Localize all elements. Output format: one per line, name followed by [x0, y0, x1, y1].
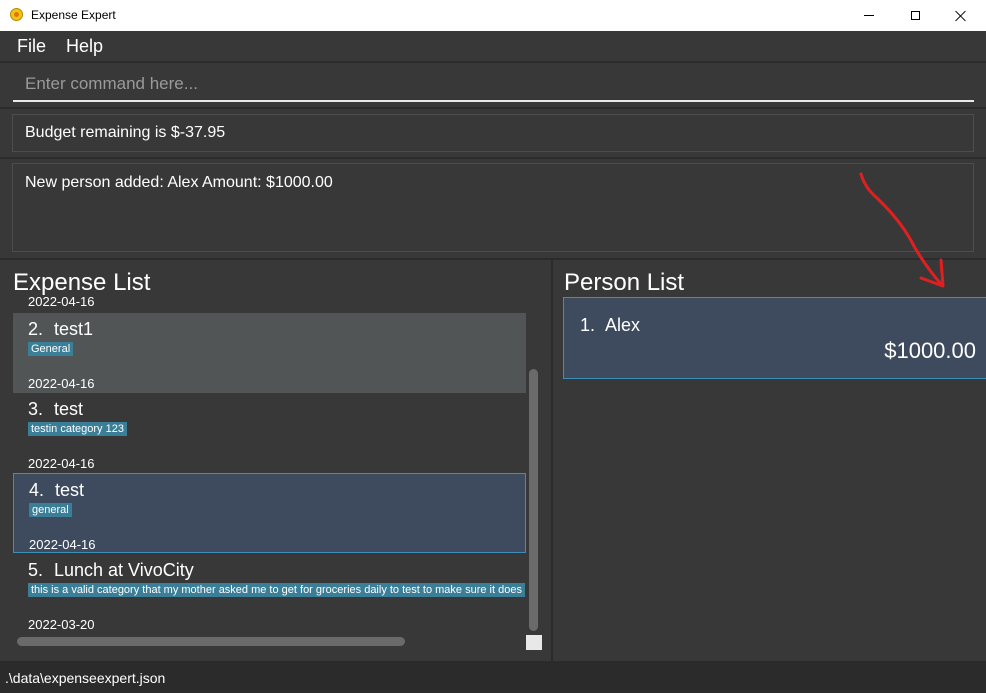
divider [0, 258, 986, 260]
expense-date: 2022-04-16 [28, 296, 95, 309]
panel-splitter[interactable] [551, 259, 553, 661]
expense-index: 4. [29, 480, 45, 500]
person-list-title: Person List [564, 269, 685, 296]
close-icon [955, 10, 967, 22]
expense-title: test1 [54, 319, 94, 339]
data-file-path: .\data\expenseexpert.json [5, 670, 166, 686]
command-input[interactable] [13, 67, 974, 100]
category-tag: testin category 123 [28, 422, 127, 436]
command-box [13, 67, 974, 102]
divider [0, 107, 986, 109]
category-tag: General [28, 342, 74, 356]
expense-index: 3. [28, 399, 44, 419]
budget-display: Budget remaining is $-37.95 [12, 114, 974, 152]
divider [0, 61, 986, 63]
vertical-scroll-thumb[interactable] [529, 369, 538, 631]
budget-remaining-text: Budget remaining is $-37.95 [25, 124, 226, 141]
expense-title: test [55, 480, 85, 500]
status-bar: .\data\expenseexpert.json [0, 661, 986, 693]
person-name: Alex [605, 315, 641, 335]
category-tag: general [29, 503, 72, 517]
expense-date: 2022-04-16 [28, 456, 95, 471]
expense-title: test [54, 399, 84, 419]
category-tag: this is a valid category that my mother … [28, 583, 525, 597]
menu-help[interactable]: Help [66, 36, 103, 57]
expense-card[interactable]: 3. test testin category 123 2022-04-16 [13, 393, 526, 473]
minimize-icon [864, 15, 874, 16]
expense-date: 2022-04-16 [28, 376, 95, 391]
menu-file[interactable]: File [17, 36, 46, 57]
app-coin-icon [10, 8, 23, 21]
expense-index: 2. [28, 319, 44, 339]
expense-card[interactable]: 5. Lunch at VivoCity this is a valid cat… [13, 554, 526, 634]
expense-title: Lunch at VivoCity [54, 560, 194, 580]
expense-date: 2022-04-16 [29, 537, 96, 552]
maximize-button[interactable] [892, 0, 938, 31]
title-bar: Expense Expert [0, 0, 986, 31]
result-message: New person added: Alex Amount: $1000.00 [25, 174, 333, 191]
menu-bar: File Help [0, 31, 986, 61]
person-card[interactable]: 1. Alex $1000.00 [563, 297, 986, 379]
window-title: Expense Expert [31, 8, 116, 22]
horizontal-scroll-thumb[interactable] [17, 637, 405, 646]
expense-card[interactable]: 2. test1 General 2022-04-16 [13, 313, 526, 393]
scrollbar-corner [526, 635, 542, 650]
expense-list-title: Expense List [13, 269, 151, 296]
expense-card-selected[interactable]: 4. test general 2022-04-16 [13, 473, 526, 553]
expense-date: 2022-03-20 [28, 617, 95, 632]
annotation-arrow-icon [859, 172, 945, 288]
divider [0, 157, 986, 159]
close-button[interactable] [938, 0, 984, 31]
person-index: 1. [580, 315, 596, 335]
person-amount: $1000.00 [884, 338, 976, 363]
maximize-icon [910, 11, 920, 20]
result-display[interactable]: New person added: Alex Amount: $1000.00 [12, 163, 974, 252]
expense-index: 5. [28, 560, 44, 580]
minimize-button[interactable] [846, 0, 892, 31]
expense-list: 2022-04-16 2. test1 General 2022-04-16 3… [13, 296, 526, 635]
